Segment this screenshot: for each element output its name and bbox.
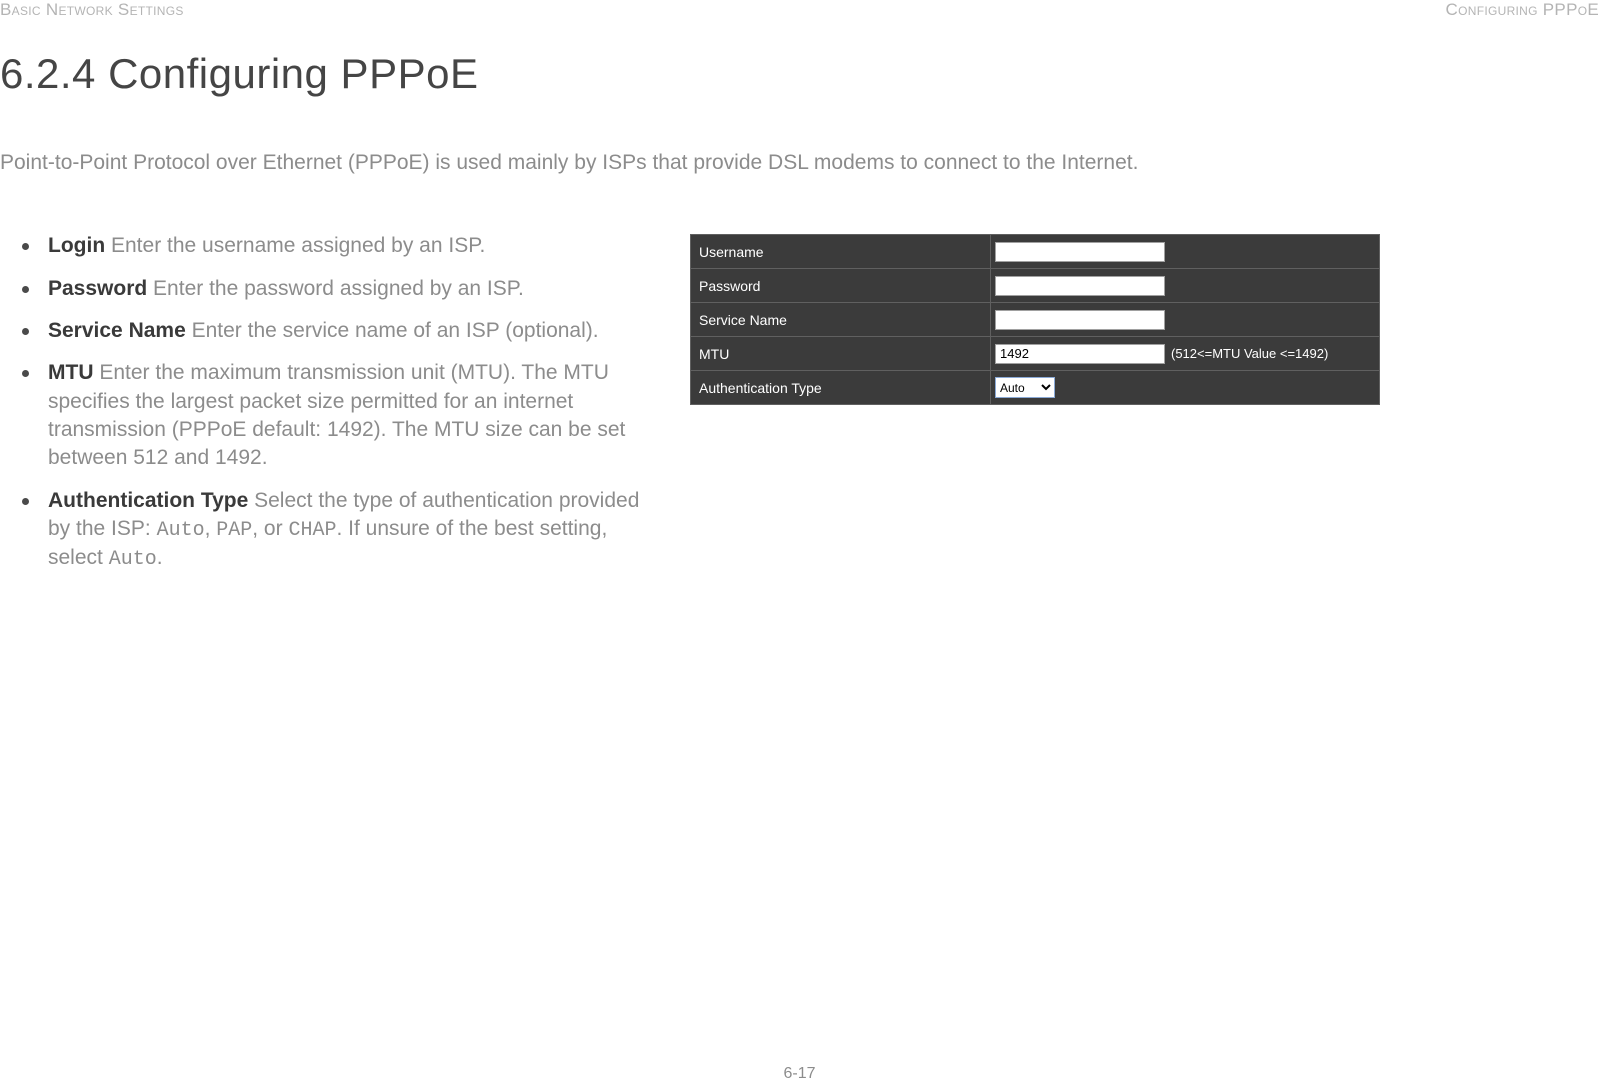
row-mtu: MTU (512<=MTU Value <=1492) — [690, 337, 1380, 371]
term-password: Password — [48, 277, 147, 300]
label-username: Username — [691, 235, 991, 268]
term-login: Login — [48, 234, 105, 257]
desc-service-name: Enter the service name of an ISP (option… — [186, 319, 599, 342]
row-service-name: Service Name — [690, 303, 1380, 337]
pppoe-config-panel: Username Password Service Name — [690, 234, 1380, 405]
input-password[interactable] — [995, 276, 1165, 296]
page-number: 6-17 — [0, 1065, 1599, 1083]
header-right: Configuring PPPoE — [1446, 0, 1599, 20]
definition-list: Login Enter the username assigned by an … — [0, 232, 650, 573]
intro-paragraph: Point-to-Point Protocol over Ethernet (P… — [0, 148, 1599, 177]
bullet-auth-type: Authentication Type Select the type of a… — [0, 487, 650, 573]
desc-mtu: Enter the maximum transmission unit (MTU… — [48, 361, 625, 469]
desc-login: Enter the username assigned by an ISP. — [105, 234, 485, 257]
code-chap: CHAP — [288, 519, 336, 542]
term-service-name: Service Name — [48, 319, 186, 342]
select-auth-type[interactable]: Auto — [995, 377, 1055, 398]
bullet-mtu: MTU Enter the maximum transmission unit … — [0, 359, 650, 472]
label-auth-type: Authentication Type — [691, 371, 991, 404]
bullet-login: Login Enter the username assigned by an … — [0, 232, 650, 260]
label-mtu: MTU — [691, 337, 991, 370]
label-service-name: Service Name — [691, 303, 991, 336]
hint-mtu-range: (512<=MTU Value <=1492) — [1171, 346, 1328, 361]
code-auto-1: Auto — [157, 519, 205, 542]
input-username[interactable] — [995, 242, 1165, 262]
row-password: Password — [690, 269, 1380, 303]
code-auto-2: Auto — [109, 548, 157, 571]
header-left: Basic Network Settings — [0, 0, 184, 20]
bullet-service-name: Service Name Enter the service name of a… — [0, 317, 650, 345]
input-service-name[interactable] — [995, 310, 1165, 330]
term-mtu: MTU — [48, 361, 94, 384]
page-title: 6.2.4 Configuring PPPoE — [0, 50, 1599, 98]
input-mtu[interactable] — [995, 344, 1165, 364]
term-auth-type: Authentication Type — [48, 489, 248, 512]
desc-password: Enter the password assigned by an ISP. — [147, 277, 524, 300]
row-auth-type: Authentication Type Auto — [690, 371, 1380, 405]
row-username: Username — [690, 234, 1380, 269]
label-password: Password — [691, 269, 991, 302]
code-pap: PAP — [216, 519, 252, 542]
bullet-password: Password Enter the password assigned by … — [0, 275, 650, 303]
